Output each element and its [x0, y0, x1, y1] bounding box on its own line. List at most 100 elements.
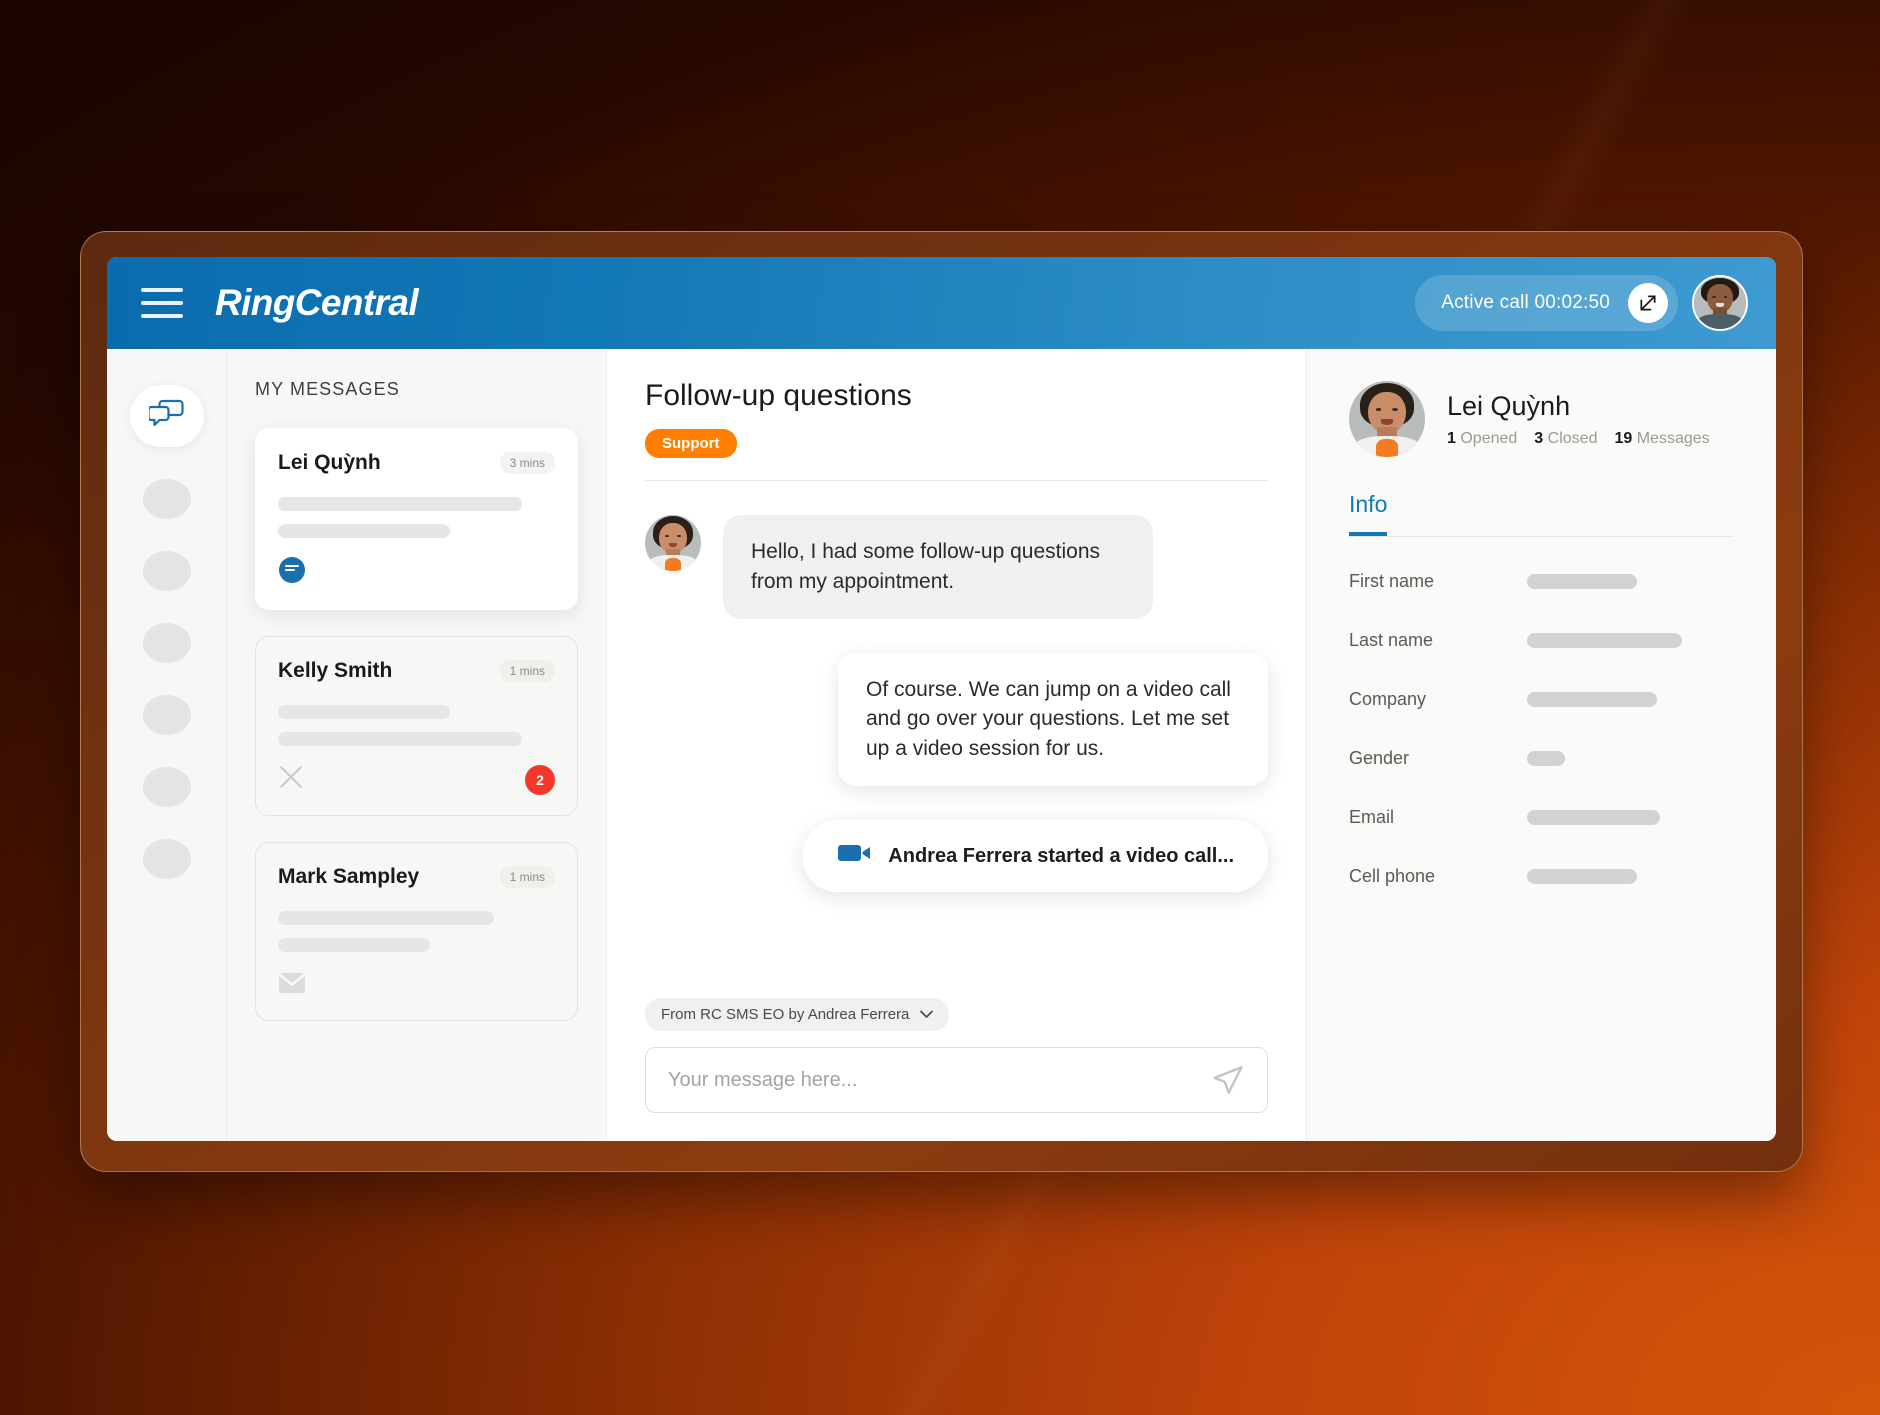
ringcentral-logo: RingCentral: [215, 282, 419, 323]
rail-item-placeholder[interactable]: [142, 551, 191, 591]
field-label: Gender: [1349, 748, 1410, 768]
unread-badge: 2: [525, 764, 555, 795]
rail-item-placeholder[interactable]: [142, 479, 191, 519]
field-company: Company: [1349, 689, 1734, 710]
message-row-incoming: Hello, I had some follow-up questions fr…: [645, 515, 1268, 619]
icon-rail: [107, 349, 227, 1141]
rail-item-placeholder[interactable]: [142, 839, 191, 879]
field-value-skeleton[interactable]: [1527, 633, 1682, 648]
rail-item-placeholder[interactable]: [142, 623, 191, 663]
info-fields: First name Last name Company Gender Emai…: [1349, 537, 1734, 887]
contact-stats: 1 Opened 3 Closed 19 Messages: [1447, 430, 1710, 448]
video-camera-icon: [837, 841, 871, 871]
status-badge-support: Support: [645, 429, 737, 458]
tab-info[interactable]: Info: [1349, 491, 1388, 536]
field-label: Last name: [1349, 630, 1434, 650]
message-thread: Hello, I had some follow-up questions fr…: [645, 481, 1268, 998]
contact-name: Lei Quỳnh: [1447, 390, 1571, 421]
message-preview-skeleton: [278, 911, 495, 925]
message-card-footer: 2: [278, 764, 555, 795]
message-card-name: Kelly Smith: [278, 659, 393, 682]
field-value-skeleton[interactable]: [1527, 751, 1565, 766]
rail-item-placeholder[interactable]: [142, 767, 191, 807]
stat-opened: 1 Opened: [1447, 429, 1518, 447]
contact-avatar: [1349, 381, 1425, 457]
external-link-icon[interactable]: [1628, 283, 1668, 323]
sms-chat-icon: [278, 556, 306, 589]
email-icon: [278, 971, 306, 1000]
contact-info-header: Lei Quỳnh 1 Opened 3 Closed 19 Messages: [1349, 381, 1734, 457]
message-preview-skeleton: [278, 938, 431, 952]
field-cell-phone: Cell phone: [1349, 866, 1734, 887]
field-value-skeleton[interactable]: [1527, 869, 1637, 884]
conversation-panel: Follow-up questions Support Hello, I had…: [607, 349, 1306, 1141]
message-card-time: 1 mins: [499, 660, 555, 682]
message-card-time: 1 mins: [499, 866, 555, 888]
message-preview-skeleton: [278, 732, 522, 746]
avatar-image: [1349, 381, 1425, 457]
message-input[interactable]: [668, 1068, 1211, 1092]
message-list-panel: MY MESSAGES Lei Quỳnh 3 mins Kelly Smith…: [227, 349, 607, 1141]
info-tabs: Info: [1349, 491, 1734, 537]
avatar-image: [1694, 277, 1746, 329]
chat-bubbles-icon: [146, 399, 185, 434]
from-channel-dropdown[interactable]: From RC SMS EO by Andrea Ferrera: [645, 998, 950, 1031]
chevron-down-icon: [920, 1006, 934, 1023]
rail-item-messages[interactable]: [129, 385, 204, 447]
message-input-bar[interactable]: [645, 1047, 1268, 1113]
message-card-mark-sampley[interactable]: Mark Sampley 1 mins: [255, 842, 578, 1021]
field-gender: Gender: [1349, 748, 1734, 769]
video-call-notice-text: Andrea Ferrera started a video call...: [888, 844, 1234, 867]
video-call-notice[interactable]: Andrea Ferrera started a video call...: [803, 820, 1268, 893]
message-row-outgoing: Of course. We can jump on a video call a…: [645, 652, 1268, 787]
message-card-name: Mark Sampley: [278, 865, 420, 888]
stat-messages: 19 Messages: [1614, 429, 1710, 447]
field-label: Company: [1349, 689, 1427, 709]
message-card-header: Lei Quỳnh 3 mins: [278, 451, 555, 475]
contact-avatar: [645, 515, 701, 571]
active-call-label: Active call 00:02:50: [1441, 292, 1610, 313]
field-label: Email: [1349, 807, 1395, 827]
app-body: MY MESSAGES Lei Quỳnh 3 mins Kelly Smith…: [107, 349, 1776, 1141]
message-card-header: Mark Sampley 1 mins: [278, 865, 555, 889]
message-card-lei-quynh[interactable]: Lei Quỳnh 3 mins: [255, 428, 578, 610]
message-card-time: 3 mins: [499, 452, 555, 474]
message-row-call-notice: Andrea Ferrera started a video call...: [645, 820, 1268, 893]
hamburger-menu-icon[interactable]: [141, 288, 183, 318]
header-avatar[interactable]: [1692, 275, 1748, 331]
message-composer: From RC SMS EO by Andrea Ferrera: [645, 998, 1268, 1141]
chat-bubble-outgoing: Of course. We can jump on a video call a…: [838, 652, 1268, 787]
device-frame: RingCentral Active call 00:02:50 MY MESS…: [80, 231, 1803, 1172]
message-card-footer: [278, 970, 555, 1000]
field-first-name: First name: [1349, 571, 1734, 592]
contact-info-panel: Lei Quỳnh 1 Opened 3 Closed 19 Messages …: [1306, 349, 1776, 1141]
field-label: Cell phone: [1349, 866, 1436, 886]
field-value-skeleton[interactable]: [1527, 574, 1637, 589]
app-header: RingCentral Active call 00:02:50: [107, 257, 1776, 349]
field-label: First name: [1349, 571, 1435, 591]
rail-item-placeholder[interactable]: [142, 695, 191, 735]
field-value-skeleton[interactable]: [1527, 692, 1657, 707]
avatar-image: [645, 515, 701, 571]
header-right-group: Active call 00:02:50: [1415, 275, 1748, 331]
my-messages-heading: MY MESSAGES: [255, 379, 400, 399]
field-last-name: Last name: [1349, 630, 1734, 651]
active-call-pill[interactable]: Active call 00:02:50: [1415, 275, 1678, 331]
field-value-skeleton[interactable]: [1527, 810, 1660, 825]
conversation-title: Follow-up questions: [645, 379, 912, 412]
message-card-footer: [278, 556, 555, 589]
message-card-name: Lei Quỳnh: [278, 451, 381, 474]
message-preview-skeleton: [278, 705, 450, 719]
app-screen: RingCentral Active call 00:02:50 MY MESS…: [107, 257, 1776, 1141]
contact-identity: Lei Quỳnh 1 Opened 3 Closed 19 Messages: [1447, 391, 1710, 448]
message-card-kelly-smith[interactable]: Kelly Smith 1 mins 2: [255, 636, 578, 816]
message-preview-skeleton: [278, 524, 450, 538]
send-paper-plane-icon[interactable]: [1211, 1063, 1245, 1097]
x-twitter-icon: [278, 764, 304, 795]
stat-closed: 3 Closed: [1534, 429, 1598, 447]
from-channel-label: From RC SMS EO by Andrea Ferrera: [661, 1006, 910, 1023]
chat-bubble-incoming: Hello, I had some follow-up questions fr…: [723, 515, 1153, 619]
message-card-header: Kelly Smith 1 mins: [278, 659, 555, 683]
field-email: Email: [1349, 807, 1734, 828]
message-preview-skeleton: [278, 497, 522, 511]
